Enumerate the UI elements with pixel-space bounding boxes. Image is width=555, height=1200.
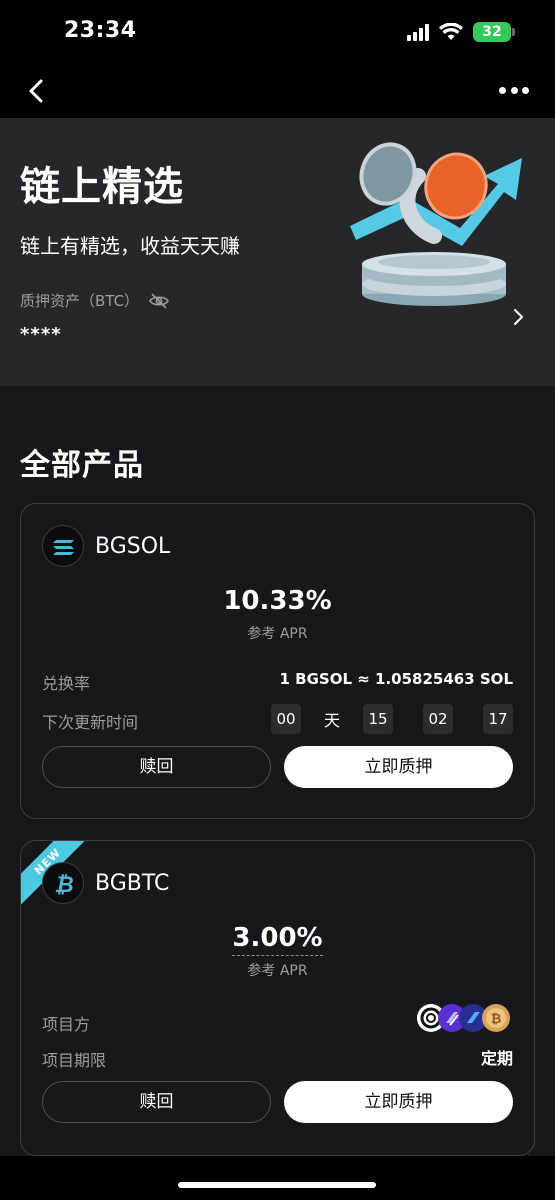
product-card-bgsol[interactable]: BGSOL 10.33% 参考 APR 兑换率 1 BGSOL ≈ 1.0582… <box>20 503 535 819</box>
project-party-label: 项目方 <box>42 1015 91 1034</box>
cellular-signal-icon <box>407 23 429 41</box>
product-card-bgbtc[interactable]: NEW ₿ BGBTC 3.00% 参考 APR 项目方 ₿ 项目期限 定期 赎… <box>20 840 535 1156</box>
apr-value: 3.00% <box>21 923 534 956</box>
apr-label: 参考 APR <box>247 626 308 642</box>
apr-value: 10.33% <box>223 586 332 616</box>
redeem-button[interactable]: 赎回 <box>42 746 271 788</box>
status-icons: 32 <box>407 22 515 42</box>
more-options-icon[interactable] <box>499 80 529 100</box>
project-logos: ₿ <box>417 1004 510 1032</box>
staked-asset-value: **** <box>20 324 62 345</box>
staked-asset-label: 质押资产（BTC） <box>20 292 140 310</box>
wifi-icon <box>439 23 463 40</box>
exchange-rate-value: 1 BGSOL ≈ 1.05825463 SOL <box>279 670 514 688</box>
svg-text:₿: ₿ <box>54 873 73 898</box>
stake-now-button[interactable]: 立即质押 <box>284 746 513 788</box>
countdown-days: 00 <box>271 704 301 734</box>
countdown-day-unit: 天 <box>323 711 340 730</box>
chevron-right-icon[interactable] <box>508 306 528 328</box>
countdown-timer: 00 天 15 02 17 <box>271 704 513 734</box>
stake-now-button[interactable]: 立即质押 <box>284 1081 513 1123</box>
coin-stack-illustration <box>350 142 522 306</box>
section-title: 全部产品 <box>20 448 144 483</box>
project-period-label: 项目期限 <box>42 1051 107 1070</box>
status-time: 23:34 <box>64 18 137 43</box>
hero-banner[interactable]: 链上精选 链上有精选，收益天天赚 质押资产（BTC） **** <box>0 118 555 386</box>
home-bar <box>0 1156 555 1200</box>
exchange-rate-label: 兑换率 <box>42 674 91 693</box>
eye-hidden-icon[interactable] <box>148 292 170 310</box>
countdown-minutes: 02 <box>423 704 453 734</box>
apr-label: 参考 APR <box>247 963 308 979</box>
battery-indicator: 32 <box>473 22 515 42</box>
svg-text:₿: ₿ <box>491 1012 502 1027</box>
hero-subtitle: 链上有精选，收益天天赚 <box>20 234 240 258</box>
home-indicator[interactable] <box>178 1182 376 1188</box>
bgsol-logo-icon <box>42 525 84 567</box>
bgbtc-logo-icon: ₿ <box>42 862 84 904</box>
countdown-seconds: 17 <box>483 704 513 734</box>
redeem-button[interactable]: 赎回 <box>42 1081 271 1123</box>
nav-bar <box>0 64 555 118</box>
project-logo-4-icon: ₿ <box>482 1004 510 1032</box>
status-bar: 23:34 32 <box>0 0 555 64</box>
back-arrow-icon[interactable] <box>20 74 54 108</box>
token-name: BGSOL <box>95 534 171 559</box>
next-update-label: 下次更新时间 <box>42 713 139 732</box>
project-period-value: 定期 <box>480 1049 513 1068</box>
countdown-hours: 15 <box>363 704 393 734</box>
token-name: BGBTC <box>95 871 170 896</box>
page-title: 链上精选 <box>20 164 184 210</box>
apr-value-text[interactable]: 3.00% <box>232 923 323 956</box>
